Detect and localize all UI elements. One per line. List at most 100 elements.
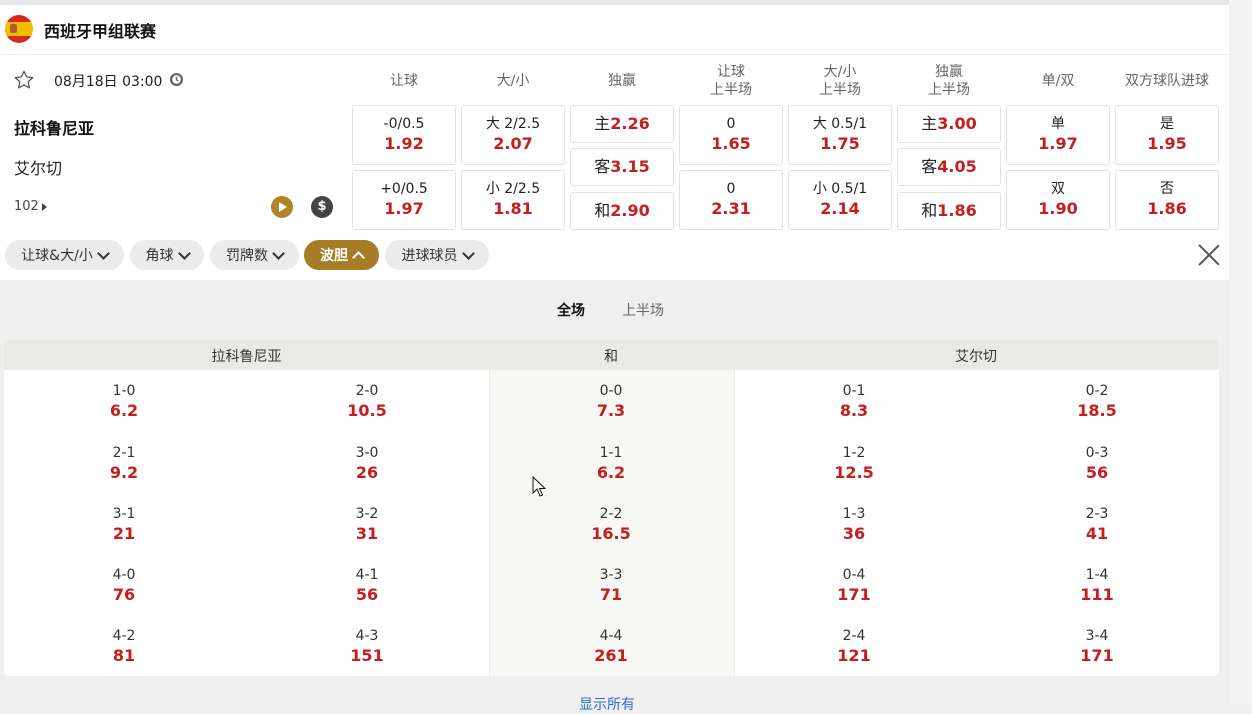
odds-cell-btts-no[interactable]: 否 1.86 [1115, 170, 1219, 230]
star-outline-icon[interactable] [13, 69, 35, 91]
score-label: 3-4 [1085, 628, 1109, 644]
score-odd: 7.3 [596, 401, 626, 420]
odds-cell-moneyline-half-draw[interactable]: 和1.86 [897, 192, 1001, 230]
correct-score-cell-home[interactable]: 4-0 76 [64, 565, 184, 604]
header-ou: 大/小 [496, 73, 530, 89]
tab-first-half[interactable]: 上半场 [622, 300, 664, 320]
header-ou-half: 大/小 上半场 [819, 64, 861, 98]
league-title: 西班牙甲组联赛 [44, 22, 157, 41]
score-label: 4-1 [355, 567, 379, 583]
score-odd: 121 [837, 646, 871, 665]
correct-score-cell-away[interactable]: 1-4 111 [1037, 565, 1157, 604]
header-handicap-half: 让球 上半场 [710, 64, 752, 98]
score-label: 1-1 [599, 445, 623, 461]
odds-cell-under[interactable]: 小 2/2.5 1.81 [461, 170, 565, 230]
score-label: 3-2 [355, 506, 379, 522]
odds-cell-moneyline-half-away[interactable]: 客4.05 [897, 148, 1001, 186]
score-odd: 41 [1085, 524, 1109, 543]
match-datetime: 08月18日 03:00 [54, 74, 163, 90]
filter-corners[interactable]: 角球 [130, 240, 204, 270]
close-icon[interactable] [1197, 243, 1221, 267]
correct-score-cell-home[interactable]: 3-0 26 [307, 443, 427, 482]
header-odd-even: 单/双 [1041, 73, 1075, 89]
filter-correct-score[interactable]: 波胆 [304, 240, 379, 270]
correct-score-cell-home[interactable]: 3-2 31 [307, 504, 427, 543]
dollar-icon[interactable]: $ [311, 196, 333, 218]
correct-score-cell-away[interactable]: 0-4 171 [794, 565, 914, 604]
correct-score-cell-away[interactable]: 1-3 36 [794, 504, 914, 543]
more-markets-count: 102 [14, 199, 39, 214]
odds-cell-over[interactable]: 大 2/2.5 2.07 [461, 105, 565, 165]
scrollbar[interactable] [1229, 0, 1252, 704]
league-header[interactable]: 西班牙甲组联赛 [0, 5, 1229, 55]
header-home-team: 拉科鲁尼亚 [4, 340, 489, 370]
score-label: 0-2 [1085, 383, 1109, 399]
score-odd: 56 [1085, 463, 1109, 482]
score-odd: 36 [842, 524, 866, 543]
header-away-team: 艾尔切 [733, 340, 1219, 370]
score-odd: 81 [112, 646, 136, 665]
odds-cell-over-half[interactable]: 大 0.5/1 1.75 [788, 105, 892, 165]
score-odd: 171 [1080, 646, 1114, 665]
odds-cell-handicap-half-away[interactable]: 0 2.31 [679, 170, 783, 230]
correct-score-cell-away[interactable]: 0-1 8.3 [794, 381, 914, 420]
correct-score-cell-home[interactable]: 3-1 21 [64, 504, 184, 543]
correct-score-cell-home[interactable]: 1-0 6.2 [64, 381, 184, 420]
correct-score-cell-away[interactable]: 0-2 18.5 [1037, 381, 1157, 420]
more-markets-link[interactable]: 102 [14, 199, 47, 214]
header-moneyline: 独赢 [608, 73, 636, 89]
score-odd: 171 [837, 585, 871, 604]
correct-score-cell-away[interactable]: 1-2 12.5 [794, 443, 914, 482]
filter-goalscorers[interactable]: 进球球员 [385, 240, 489, 270]
odds-cell-handicap-half-home[interactable]: 0 1.65 [679, 105, 783, 165]
score-odd: 10.5 [347, 401, 387, 420]
caret-right-icon [41, 202, 47, 211]
correct-score-cell-home[interactable]: 2-1 9.2 [64, 443, 184, 482]
correct-score-cell-away[interactable]: 2-3 41 [1037, 504, 1157, 543]
correct-score-cell-draw[interactable]: 0-0 7.3 [551, 381, 671, 420]
correct-score-cell-home[interactable]: 4-3 151 [307, 626, 427, 665]
correct-score-cell-away[interactable]: 2-4 121 [794, 626, 914, 665]
odds-cell-moneyline-draw[interactable]: 和2.90 [570, 192, 674, 230]
correct-score-cell-away[interactable]: 0-3 56 [1037, 443, 1157, 482]
odds-cell-moneyline-away[interactable]: 客3.15 [570, 148, 674, 186]
score-label: 1-0 [112, 383, 136, 399]
odds-cell-handicap-home[interactable]: -0/0.5 1.92 [352, 105, 456, 165]
score-odd: 76 [112, 585, 136, 604]
header-draw: 和 [489, 340, 733, 370]
score-odd: 26 [355, 463, 379, 482]
home-team-name: 拉科鲁尼亚 [14, 119, 95, 138]
filter-handicap-ou[interactable]: 让球&大/小 [5, 240, 124, 270]
score-odd: 261 [594, 646, 628, 665]
odds-cell-moneyline-half-home[interactable]: 主3.00 [897, 105, 1001, 143]
score-label: 3-3 [599, 567, 623, 583]
score-odd: 111 [1080, 585, 1114, 604]
score-odd: 8.3 [839, 401, 869, 420]
odds-cell-handicap-away[interactable]: +0/0.5 1.97 [352, 170, 456, 230]
spain-flag-icon [5, 15, 33, 43]
correct-score-cell-home[interactable]: 2-0 10.5 [307, 381, 427, 420]
odds-cell-odd[interactable]: 单 1.97 [1006, 105, 1110, 165]
correct-score-cell-draw[interactable]: 1-1 6.2 [551, 443, 671, 482]
score-label: 2-3 [1085, 506, 1109, 522]
correct-score-cell-home[interactable]: 4-2 81 [64, 626, 184, 665]
odds-cell-moneyline-home[interactable]: 主2.26 [570, 105, 674, 143]
odds-cell-btts-yes[interactable]: 是 1.95 [1115, 105, 1219, 165]
correct-score-cell-draw[interactable]: 4-4 261 [551, 626, 671, 665]
tab-full-time[interactable]: 全场 [557, 300, 585, 320]
filter-cards[interactable]: 罚牌数 [210, 240, 299, 270]
score-label: 0-0 [599, 383, 623, 399]
correct-score-cell-away[interactable]: 3-4 171 [1037, 626, 1157, 665]
score-odd: 56 [355, 585, 379, 604]
score-label: 3-1 [112, 506, 136, 522]
score-odd: 9.2 [109, 463, 139, 482]
show-all-link[interactable]: 显示所有 [579, 694, 635, 714]
correct-score-cell-home[interactable]: 4-1 56 [307, 565, 427, 604]
odds-cell-even[interactable]: 双 1.90 [1006, 170, 1110, 230]
odds-cell-under-half[interactable]: 小 0.5/1 2.14 [788, 170, 892, 230]
score-label: 3-0 [355, 445, 379, 461]
score-odd: 6.2 [596, 463, 626, 482]
correct-score-cell-draw[interactable]: 2-2 16.5 [551, 504, 671, 543]
correct-score-cell-draw[interactable]: 3-3 71 [551, 565, 671, 604]
play-icon[interactable] [271, 196, 293, 218]
